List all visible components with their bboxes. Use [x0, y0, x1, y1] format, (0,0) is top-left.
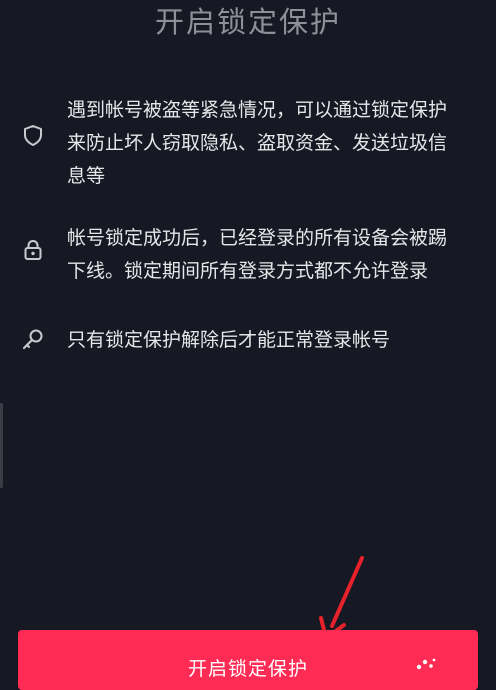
- scrollbar[interactable]: [0, 403, 3, 488]
- feature-line: 遇到帐号被盗等紧急情况，可以通过锁定保护: [67, 99, 448, 121]
- feature-text: 只有锁定保护解除后才能正常登录帐号: [67, 324, 477, 357]
- red-arrow-annotation: [319, 556, 364, 640]
- lock-icon: [20, 237, 46, 263]
- page-title: 开启锁定保护: [154, 5, 341, 39]
- key-icon: [20, 326, 46, 352]
- enable-lock-protection-button[interactable]: 开启锁定保护: [18, 630, 478, 690]
- shield-icon: [20, 122, 46, 148]
- feature-line: 只有锁定保护解除后才能正常登录帐号: [67, 329, 391, 351]
- feature-line: 帐号锁定成功后，已经登录的所有设备会被踢: [67, 227, 448, 249]
- feature-line: 来防止坏人窃取隐私、盗取资金、发送垃圾信: [67, 132, 448, 154]
- sparkle-icon: [416, 658, 436, 670]
- feature-line: 息等: [67, 165, 106, 187]
- feature-text: 帐号锁定成功后，已经登录的所有设备会被踢 下线。锁定期间所有登录方式都不允许登录: [67, 222, 477, 288]
- feature-text: 遇到帐号被盗等紧急情况，可以通过锁定保护 来防止坏人窃取隐私、盗取资金、发送垃圾…: [67, 94, 477, 193]
- feature-line: 下线。锁定期间所有登录方式都不允许登录: [67, 260, 429, 282]
